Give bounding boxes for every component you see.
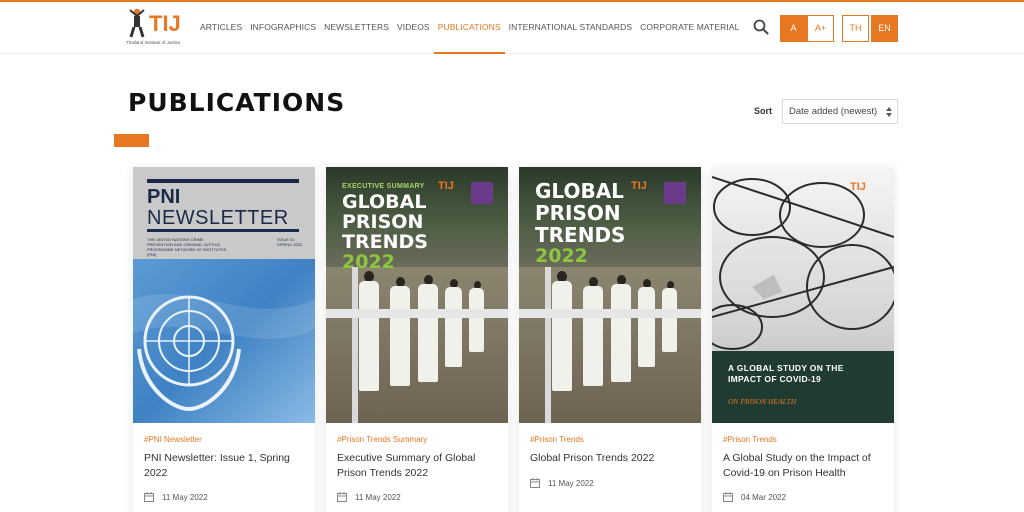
cover-kicker: EXECUTIVE SUMMARY [342, 183, 425, 190]
cover-logo: TIJ [631, 180, 647, 192]
card-title[interactable]: Executive Summary of Global Prison Trend… [337, 451, 502, 481]
font-size-normal-button[interactable]: A [780, 15, 807, 42]
cover-title-line2: PRISON [535, 201, 621, 225]
nav-articles[interactable]: ARTICLES [196, 2, 246, 54]
person [662, 288, 677, 352]
calendar-icon [337, 492, 347, 502]
cover-rule [147, 179, 299, 183]
publication-card[interactable]: TIJ A GLOBAL STUDY ON THE IMPACT OF COVI… [712, 167, 894, 512]
nav-videos[interactable]: VIDEOS [393, 2, 434, 54]
publication-card[interactable]: PNI NEWSLETTER THE UNITED NATIONS CRIME … [133, 167, 315, 512]
card-title[interactable]: A Global Study on the Impact of Covid-19… [723, 451, 888, 481]
cover-image[interactable]: GLOBAL PRISON TRENDS 2022 TIJ [519, 167, 701, 423]
cover-title-line1: PNI [147, 186, 181, 208]
card-title[interactable]: Global Prison Trends 2022 [530, 451, 695, 466]
sort-label: Sort [754, 106, 772, 116]
select-arrows-icon [886, 107, 892, 117]
cover-band [712, 351, 894, 423]
cover-title-line3: TRENDS [342, 231, 428, 253]
person [418, 284, 438, 382]
card-date: 11 May 2022 [355, 493, 401, 502]
calendar-icon [530, 478, 540, 488]
person [638, 287, 655, 367]
cover-subtitle: THE UNITED NATIONS CRIME PREVENTION AND … [147, 237, 227, 257]
lang-th-button[interactable]: TH [842, 15, 869, 42]
card-date: 11 May 2022 [548, 479, 594, 488]
cover-logo: TIJ [850, 181, 866, 193]
logo-subtitle: Thailand Institute of Justice [126, 40, 181, 45]
cover-issue: ISSUE 01 SPRING 2022 [277, 237, 303, 247]
logo-figure-icon [129, 8, 145, 38]
cover-year: 2022 [342, 251, 395, 273]
partner-logo [471, 182, 493, 204]
fence-rail [326, 309, 508, 318]
page-title: PUBLICATIONS [128, 88, 346, 117]
cover-subheading: ON PRISON HEALTH [728, 397, 797, 406]
nav-corporate-material[interactable]: CORPORATE MATERIAL [636, 2, 743, 54]
person [359, 281, 379, 391]
card-tag[interactable]: #Prison Trends Summary [337, 435, 427, 444]
site-header: TIJ Thailand Institute of Justice ARTICL… [0, 2, 1024, 54]
cover-title-line3: TRENDS [535, 223, 626, 247]
card-tag[interactable]: #PNI Newsletter [144, 435, 202, 444]
cover-rule [147, 229, 299, 232]
person [445, 287, 462, 367]
calendar-icon [144, 492, 154, 502]
calendar-icon [723, 492, 733, 502]
person [583, 286, 603, 386]
publication-card[interactable]: EXECUTIVE SUMMARY GLOBAL PRISON TRENDS 2… [326, 167, 508, 512]
fence-post [352, 267, 358, 423]
card-title[interactable]: PNI Newsletter: Issue 1, Spring 2022 [144, 451, 309, 481]
person [469, 288, 484, 352]
un-flag-emblem [133, 259, 315, 423]
cover-image[interactable]: TIJ A GLOBAL STUDY ON THE IMPACT OF COVI… [712, 167, 894, 423]
cover-year: 2022 [535, 245, 588, 267]
font-size-large-button[interactable]: A+ [807, 15, 834, 42]
lang-en-button[interactable]: EN [871, 15, 898, 42]
cover-title-line1: GLOBAL [342, 191, 427, 213]
logo-text: TIJ [149, 11, 181, 36]
publication-card[interactable]: GLOBAL PRISON TRENDS 2022 TIJ #Prison Tr… [519, 167, 701, 512]
cover-heading: A GLOBAL STUDY ON THE IMPACT OF COVID-19 [728, 363, 844, 384]
nav-publications[interactable]: PUBLICATIONS [433, 2, 505, 54]
person [552, 281, 572, 391]
person [611, 284, 631, 382]
cover-title-line2: PRISON [342, 211, 424, 233]
cover-logo: TIJ [438, 180, 454, 192]
partner-logo [664, 182, 686, 204]
card-date: 11 May 2022 [162, 493, 208, 502]
fence-rail [519, 309, 701, 318]
sort-value: Date added (newest) [789, 106, 878, 117]
nav-infographics[interactable]: INFOGRAPHICS [246, 2, 320, 54]
card-tag[interactable]: #Prison Trends [723, 435, 777, 444]
cover-image[interactable]: EXECUTIVE SUMMARY GLOBAL PRISON TRENDS 2… [326, 167, 508, 423]
search-icon[interactable] [752, 18, 770, 36]
tij-logo[interactable]: TIJ Thailand Institute of Justice [126, 8, 184, 50]
cover-title-line1: GLOBAL [535, 179, 624, 203]
main-nav: ARTICLES INFOGRAPHICS NEWSLETTERS VIDEOS… [196, 2, 743, 54]
sort-select[interactable]: Date added (newest) [782, 99, 898, 124]
nav-international-standards[interactable]: INTERNATIONAL STANDARDS [505, 2, 637, 54]
title-accent-bar [114, 134, 149, 147]
nav-newsletters[interactable]: NEWSLETTERS [320, 2, 393, 54]
person [390, 286, 410, 386]
cover-title-line2: NEWSLETTER [147, 207, 289, 229]
card-date: 04 Mar 2022 [741, 493, 786, 502]
card-tag[interactable]: #Prison Trends [530, 435, 584, 444]
barbed-wire-illustration [712, 176, 894, 350]
cover-image[interactable]: PNI NEWSLETTER THE UNITED NATIONS CRIME … [133, 167, 315, 423]
fence-post [545, 267, 551, 423]
